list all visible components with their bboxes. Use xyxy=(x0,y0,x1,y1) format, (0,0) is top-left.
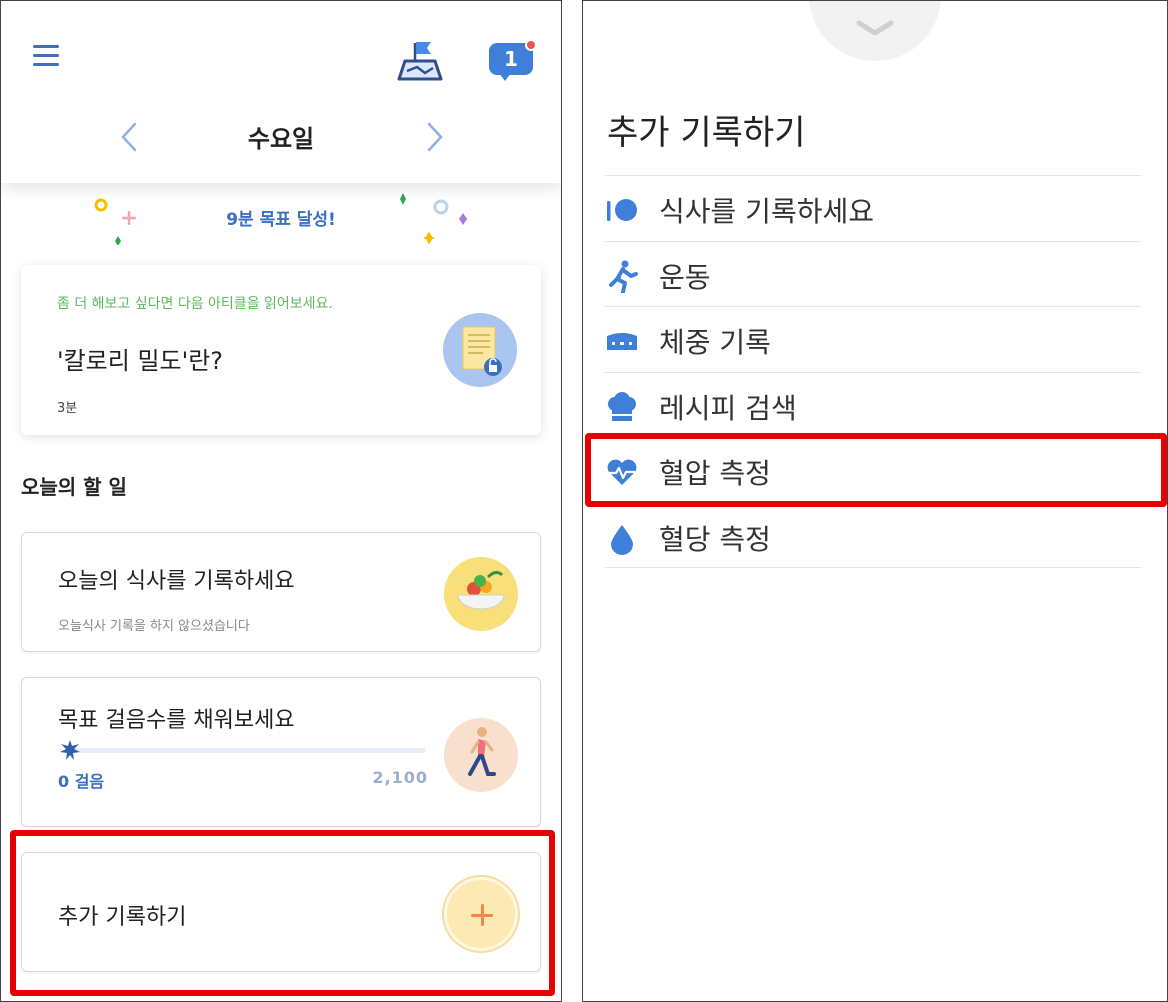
article-title: '칼로리 밀도'란? xyxy=(57,347,224,375)
article-card[interactable]: 좀 더 해보고 싶다면 다음 아티클을 읽어보세요. '칼로리 밀도'란? 3분 xyxy=(21,265,541,435)
steps-goal: 2,100 xyxy=(372,768,428,787)
steps-progress-bar xyxy=(70,748,426,753)
menu-item-exercise[interactable]: 운동 xyxy=(605,240,1141,307)
chef-hat-icon xyxy=(608,391,636,421)
add-record-menu: 식사를 기록하세요 운동 체중 기록 레시피 검색 혈압 측정 혈당 측정 xyxy=(605,175,1141,568)
chevron-right-icon[interactable] xyxy=(425,121,445,153)
steps-card-title: 목표 걸음수를 채워보세요 xyxy=(58,708,295,733)
walking-person-icon xyxy=(444,718,518,792)
steps-current: 0 걸음 xyxy=(58,772,105,791)
menu-item-recipe[interactable]: 레시피 검색 xyxy=(605,371,1141,438)
map-flag-icon[interactable] xyxy=(395,37,443,85)
menu-item-weight[interactable]: 체중 기록 xyxy=(605,306,1141,372)
article-duration: 3분 xyxy=(57,401,78,416)
chevron-left-icon[interactable] xyxy=(119,121,139,153)
add-record-card[interactable]: 추가 기록하기 xyxy=(21,852,541,972)
add-record-sheet: 추가 기록하기 식사를 기록하세요 운동 체중 기록 레시피 검색 혈압 측정 … xyxy=(582,0,1168,1002)
sheet-title: 추가 기록하기 xyxy=(607,113,806,153)
section-title-today: 오늘의 할 일 xyxy=(21,475,127,499)
menu-item-label: 레시피 검색 xyxy=(659,391,797,425)
progress-marker-icon xyxy=(60,740,80,760)
meal-card-title: 오늘의 식사를 기록하세요 xyxy=(58,569,295,594)
salad-bowl-icon xyxy=(444,557,518,631)
sheet-pull-handle[interactable] xyxy=(809,1,941,61)
menu-item-blood-sugar[interactable]: 혈당 측정 xyxy=(605,502,1141,568)
menu-item-label: 체중 기록 xyxy=(659,326,771,359)
utensils-icon xyxy=(607,199,637,221)
menu-item-blood-pressure[interactable]: 혈압 측정 xyxy=(605,437,1141,503)
confetti-icon xyxy=(400,193,467,245)
day-title: 수요일 xyxy=(247,125,315,153)
scale-icon xyxy=(607,333,637,350)
goal-achieved-text: 9분 목표 달성! xyxy=(226,210,336,230)
running-icon xyxy=(609,260,638,293)
menu-item-meal[interactable]: 식사를 기록하세요 xyxy=(605,175,1141,241)
menu-icon[interactable] xyxy=(33,45,59,67)
menu-item-label: 혈압 측정 xyxy=(659,457,771,490)
document-lock-icon xyxy=(443,313,517,387)
meal-log-card[interactable]: 오늘의 식사를 기록하세요 오늘식사 기록을 하지 않으셨습니다 xyxy=(21,532,541,652)
home-screen: 1 수요일 9분 목표 달성! 좀 더 해보고 싶다면 다음 아티클을 읽어보세… xyxy=(0,0,562,1002)
menu-item-label: 식사를 기록하세요 xyxy=(659,195,874,228)
steps-goal-card[interactable]: 목표 걸음수를 채워보세요 0 걸음 2,100 xyxy=(21,677,541,827)
goal-banner: 9분 목표 달성! xyxy=(1,183,561,253)
top-app-bar: 1 수요일 xyxy=(1,1,561,183)
notification-button[interactable]: 1 xyxy=(489,39,539,83)
add-record-title: 추가 기록하기 xyxy=(58,905,187,930)
menu-item-label: 운동 xyxy=(659,260,711,294)
blood-drop-icon xyxy=(611,524,633,555)
plus-icon[interactable] xyxy=(444,877,518,951)
notification-dot xyxy=(525,39,537,51)
heart-pulse-icon xyxy=(607,459,637,485)
menu-item-label: 혈당 측정 xyxy=(659,522,771,556)
confetti-icon xyxy=(94,198,136,245)
article-hint: 좀 더 해보고 싶다면 다음 아티클을 읽어보세요. xyxy=(57,296,333,312)
chevron-down-icon xyxy=(856,20,894,36)
meal-card-subtitle: 오늘식사 기록을 하지 않으셨습니다 xyxy=(58,619,250,634)
